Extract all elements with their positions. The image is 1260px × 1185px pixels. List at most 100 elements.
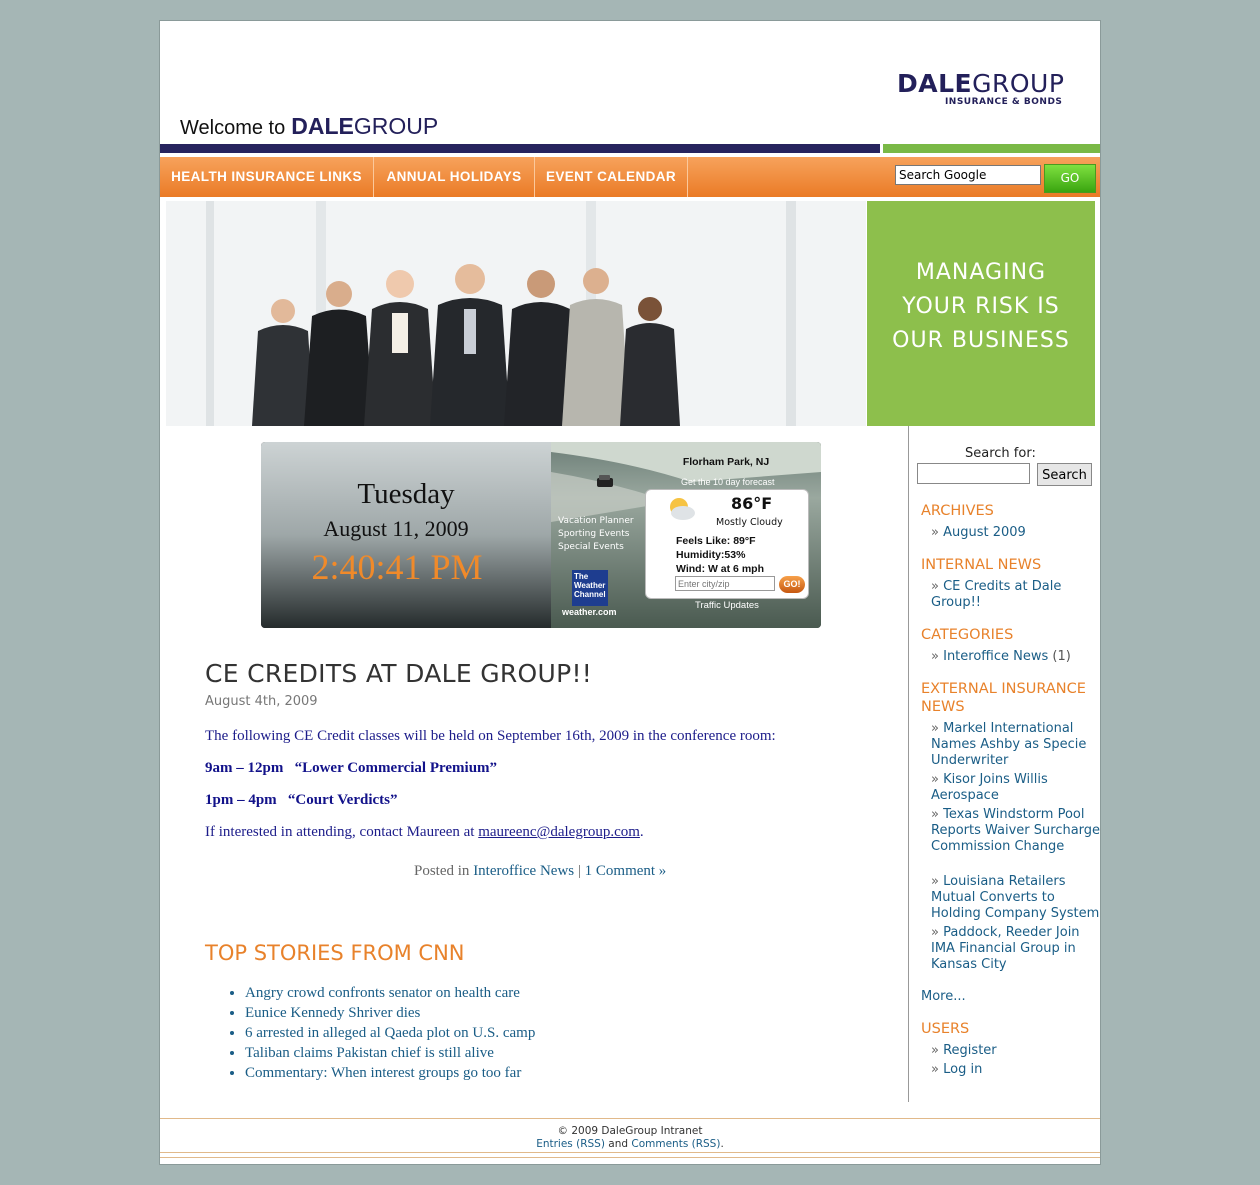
external-news-heading: EXTERNAL INSURANCE NEWS — [921, 681, 1086, 715]
category-label: Interoffice News — [943, 649, 1049, 664]
tagline-line-1: MANAGING — [915, 260, 1047, 285]
contact-end: . — [639, 824, 644, 840]
hero-tagline-panel: MANAGING YOUR RISK IS OUR BUSINESS — [867, 201, 1095, 426]
posted-in-label: Posted in — [414, 863, 470, 879]
arrow-icon: » — [931, 1062, 939, 1077]
arrow-icon: » — [931, 874, 939, 889]
sidebar-search-label: Search for: — [965, 446, 1036, 461]
external-news-more-link[interactable]: More... — [921, 989, 1091, 1005]
footer-and: and — [608, 1138, 629, 1150]
categories-heading: CATEGORIES — [921, 627, 1014, 643]
register-label: Register — [943, 1043, 997, 1058]
dalegroup-logo[interactable]: DALEGROUP INSURANCE & BONDS — [897, 69, 1065, 108]
city-zip-input[interactable] — [675, 576, 775, 591]
sidebar-search-button[interactable]: Search — [1037, 463, 1092, 486]
partly-cloudy-icon — [670, 498, 695, 520]
post-comments-link[interactable]: 1 Comment » — [585, 863, 667, 879]
cnn-heading: TOP STORIES FROM CNN — [205, 941, 465, 965]
arrow-icon: » — [931, 807, 939, 822]
welcome-brand: DALEGROUP — [291, 113, 438, 139]
traffic-updates-link[interactable]: Traffic Updates — [695, 600, 759, 611]
external-news-link[interactable]: » Paddock, Reeder Join IMA Financial Gro… — [931, 925, 1101, 973]
weather-details: Feels Like: 89°F Humidity:53% Wind: W at… — [676, 534, 764, 576]
cnn-stories-list: Angry crowd confronts senator on health … — [205, 983, 535, 1083]
weather-url[interactable]: weather.com — [562, 607, 617, 617]
weather-location: Florham Park, NJ — [682, 456, 770, 468]
tagline-line-2: YOUR RISK IS — [902, 294, 1060, 319]
nav-event-calendar[interactable]: EVENT CALENDAR — [535, 157, 688, 197]
header-bar-navy — [160, 144, 880, 153]
cnn-story-link[interactable]: 6 arrested in alleged al Qaeda plot on U… — [245, 1023, 535, 1043]
header-bar-green — [883, 144, 1100, 153]
meta-separator: | — [577, 863, 581, 879]
external-news-link[interactable]: » Kisor Joins Willis Aerospace — [931, 772, 1101, 804]
archive-link-august-2009[interactable]: » August 2009 — [931, 525, 1101, 541]
weather-go-button[interactable]: GO! — [779, 576, 805, 593]
business-team-illustration — [166, 201, 866, 426]
weather-info-panel: 86°F Mostly Cloudy Feels Like: 89°F Humi… — [645, 489, 809, 599]
external-news-label: Markel International Names Ashby as Spec… — [931, 721, 1087, 768]
vacation-planner-link[interactable]: Vacation Planner — [558, 515, 634, 528]
clock-time: 2:40:41 PM — [311, 547, 483, 587]
logo-light: GROUP — [972, 69, 1065, 98]
clock-panel: Tuesday August 11, 2009 2:40:41 PM — [261, 442, 551, 628]
footer-feeds: Entries (RSS) and Comments (RSS). — [160, 1138, 1100, 1151]
archive-label: August 2009 — [943, 525, 1026, 540]
sporting-events-link[interactable]: Sporting Events — [558, 528, 634, 541]
external-news-link[interactable]: » Markel International Names Ashby as Sp… — [931, 721, 1101, 769]
welcome-brand-bold: DALE — [291, 113, 354, 139]
arrow-icon: » — [931, 1043, 939, 1058]
archives-heading: ARCHIVES — [921, 503, 994, 519]
cnn-story-link[interactable]: Commentary: When interest groups go too … — [245, 1063, 535, 1083]
external-news-link[interactable]: » Louisiana Retailers Mutual Converts to… — [931, 874, 1101, 922]
footer-divider-bottom — [160, 1152, 1100, 1153]
arrow-icon: » — [931, 525, 939, 540]
weather-panel: Florham Park, NJ Get the 10 day forecast… — [551, 442, 821, 628]
arrow-icon: » — [931, 649, 939, 664]
internal-news-heading: INTERNAL NEWS — [921, 557, 1042, 573]
post-class-1: 9am – 12pm “Lower Commercial Premium” — [205, 760, 498, 776]
external-news-label: Louisiana Retailers Mutual Converts to H… — [931, 874, 1100, 921]
comments-rss-link[interactable]: Comments (RSS) — [631, 1138, 720, 1150]
external-news-label: Texas Windstorm Pool Reports Waiver Surc… — [931, 807, 1101, 854]
google-go-button[interactable]: GO — [1044, 164, 1096, 193]
internal-news-label: CE Credits at Dale Group!! — [931, 579, 1062, 610]
cnn-story-link[interactable]: Taliban claims Pakistan chief is still a… — [245, 1043, 535, 1063]
cnn-story-link[interactable]: Angry crowd confronts senator on health … — [245, 983, 535, 1003]
humidity: Humidity:53% — [676, 549, 746, 561]
welcome-brand-light: GROUP — [353, 113, 439, 139]
post-class-2: 1pm – 4pm “Court Verdicts” — [205, 792, 398, 808]
nav-annual-holidays[interactable]: ANNUAL HOLIDAYS — [374, 157, 535, 197]
sidebar-search-input[interactable] — [917, 463, 1030, 484]
special-events-link[interactable]: Special Events — [558, 541, 634, 554]
page: DALEGROUP INSURANCE & BONDS Welcome to DA… — [159, 20, 1101, 1165]
weather-channel-logo[interactable]: The Weather Channel — [572, 570, 608, 606]
login-link[interactable]: » Log in — [931, 1062, 1101, 1078]
entries-rss-link[interactable]: Entries (RSS) — [536, 1138, 605, 1150]
post-contact: If interested in attending, contact Maur… — [205, 824, 644, 841]
post-meta: Posted in Interoffice News | 1 Comment » — [414, 863, 666, 880]
footer-divider-top — [160, 1118, 1100, 1119]
internal-news-link[interactable]: » CE Credits at Dale Group!! — [931, 579, 1101, 611]
category-link-interoffice[interactable]: » Interoffice News (1) — [931, 649, 1101, 665]
clock-date: August 11, 2009 — [323, 516, 469, 541]
contact-email-link[interactable]: maureenc@dalegroup.com — [478, 824, 640, 840]
google-search-input[interactable] — [895, 165, 1041, 185]
feels-like: Feels Like: 89°F — [676, 535, 756, 547]
cnn-story-link[interactable]: Eunice Kennedy Shriver dies — [245, 1003, 535, 1023]
clock-day: Tuesday — [357, 478, 455, 510]
external-news-link[interactable]: » Texas Windstorm Pool Reports Waiver Su… — [931, 807, 1101, 855]
footer-end: . — [720, 1138, 724, 1150]
post-title[interactable]: CE CREDITS AT DALE GROUP!! — [205, 659, 592, 688]
post-category-link[interactable]: Interoffice News — [473, 863, 574, 879]
post-intro: The following CE Credit classes will be … — [205, 728, 776, 744]
arrow-icon: » — [931, 721, 939, 736]
nav-health-insurance-links[interactable]: HEALTH INSURANCE LINKS — [160, 157, 374, 197]
forecast-link[interactable]: Get the 10 day forecast — [681, 477, 775, 487]
register-link[interactable]: » Register — [931, 1043, 1101, 1059]
date-weather-widget: Tuesday August 11, 2009 2:40:41 PM Florh… — [261, 442, 821, 628]
external-news-label: Kisor Joins Willis Aerospace — [931, 772, 1048, 803]
footer-divider-bottom-2 — [160, 1157, 1100, 1158]
footer-copyright: © 2009 DaleGroup Intranet — [557, 1125, 703, 1137]
hero-team-photo — [166, 201, 866, 426]
